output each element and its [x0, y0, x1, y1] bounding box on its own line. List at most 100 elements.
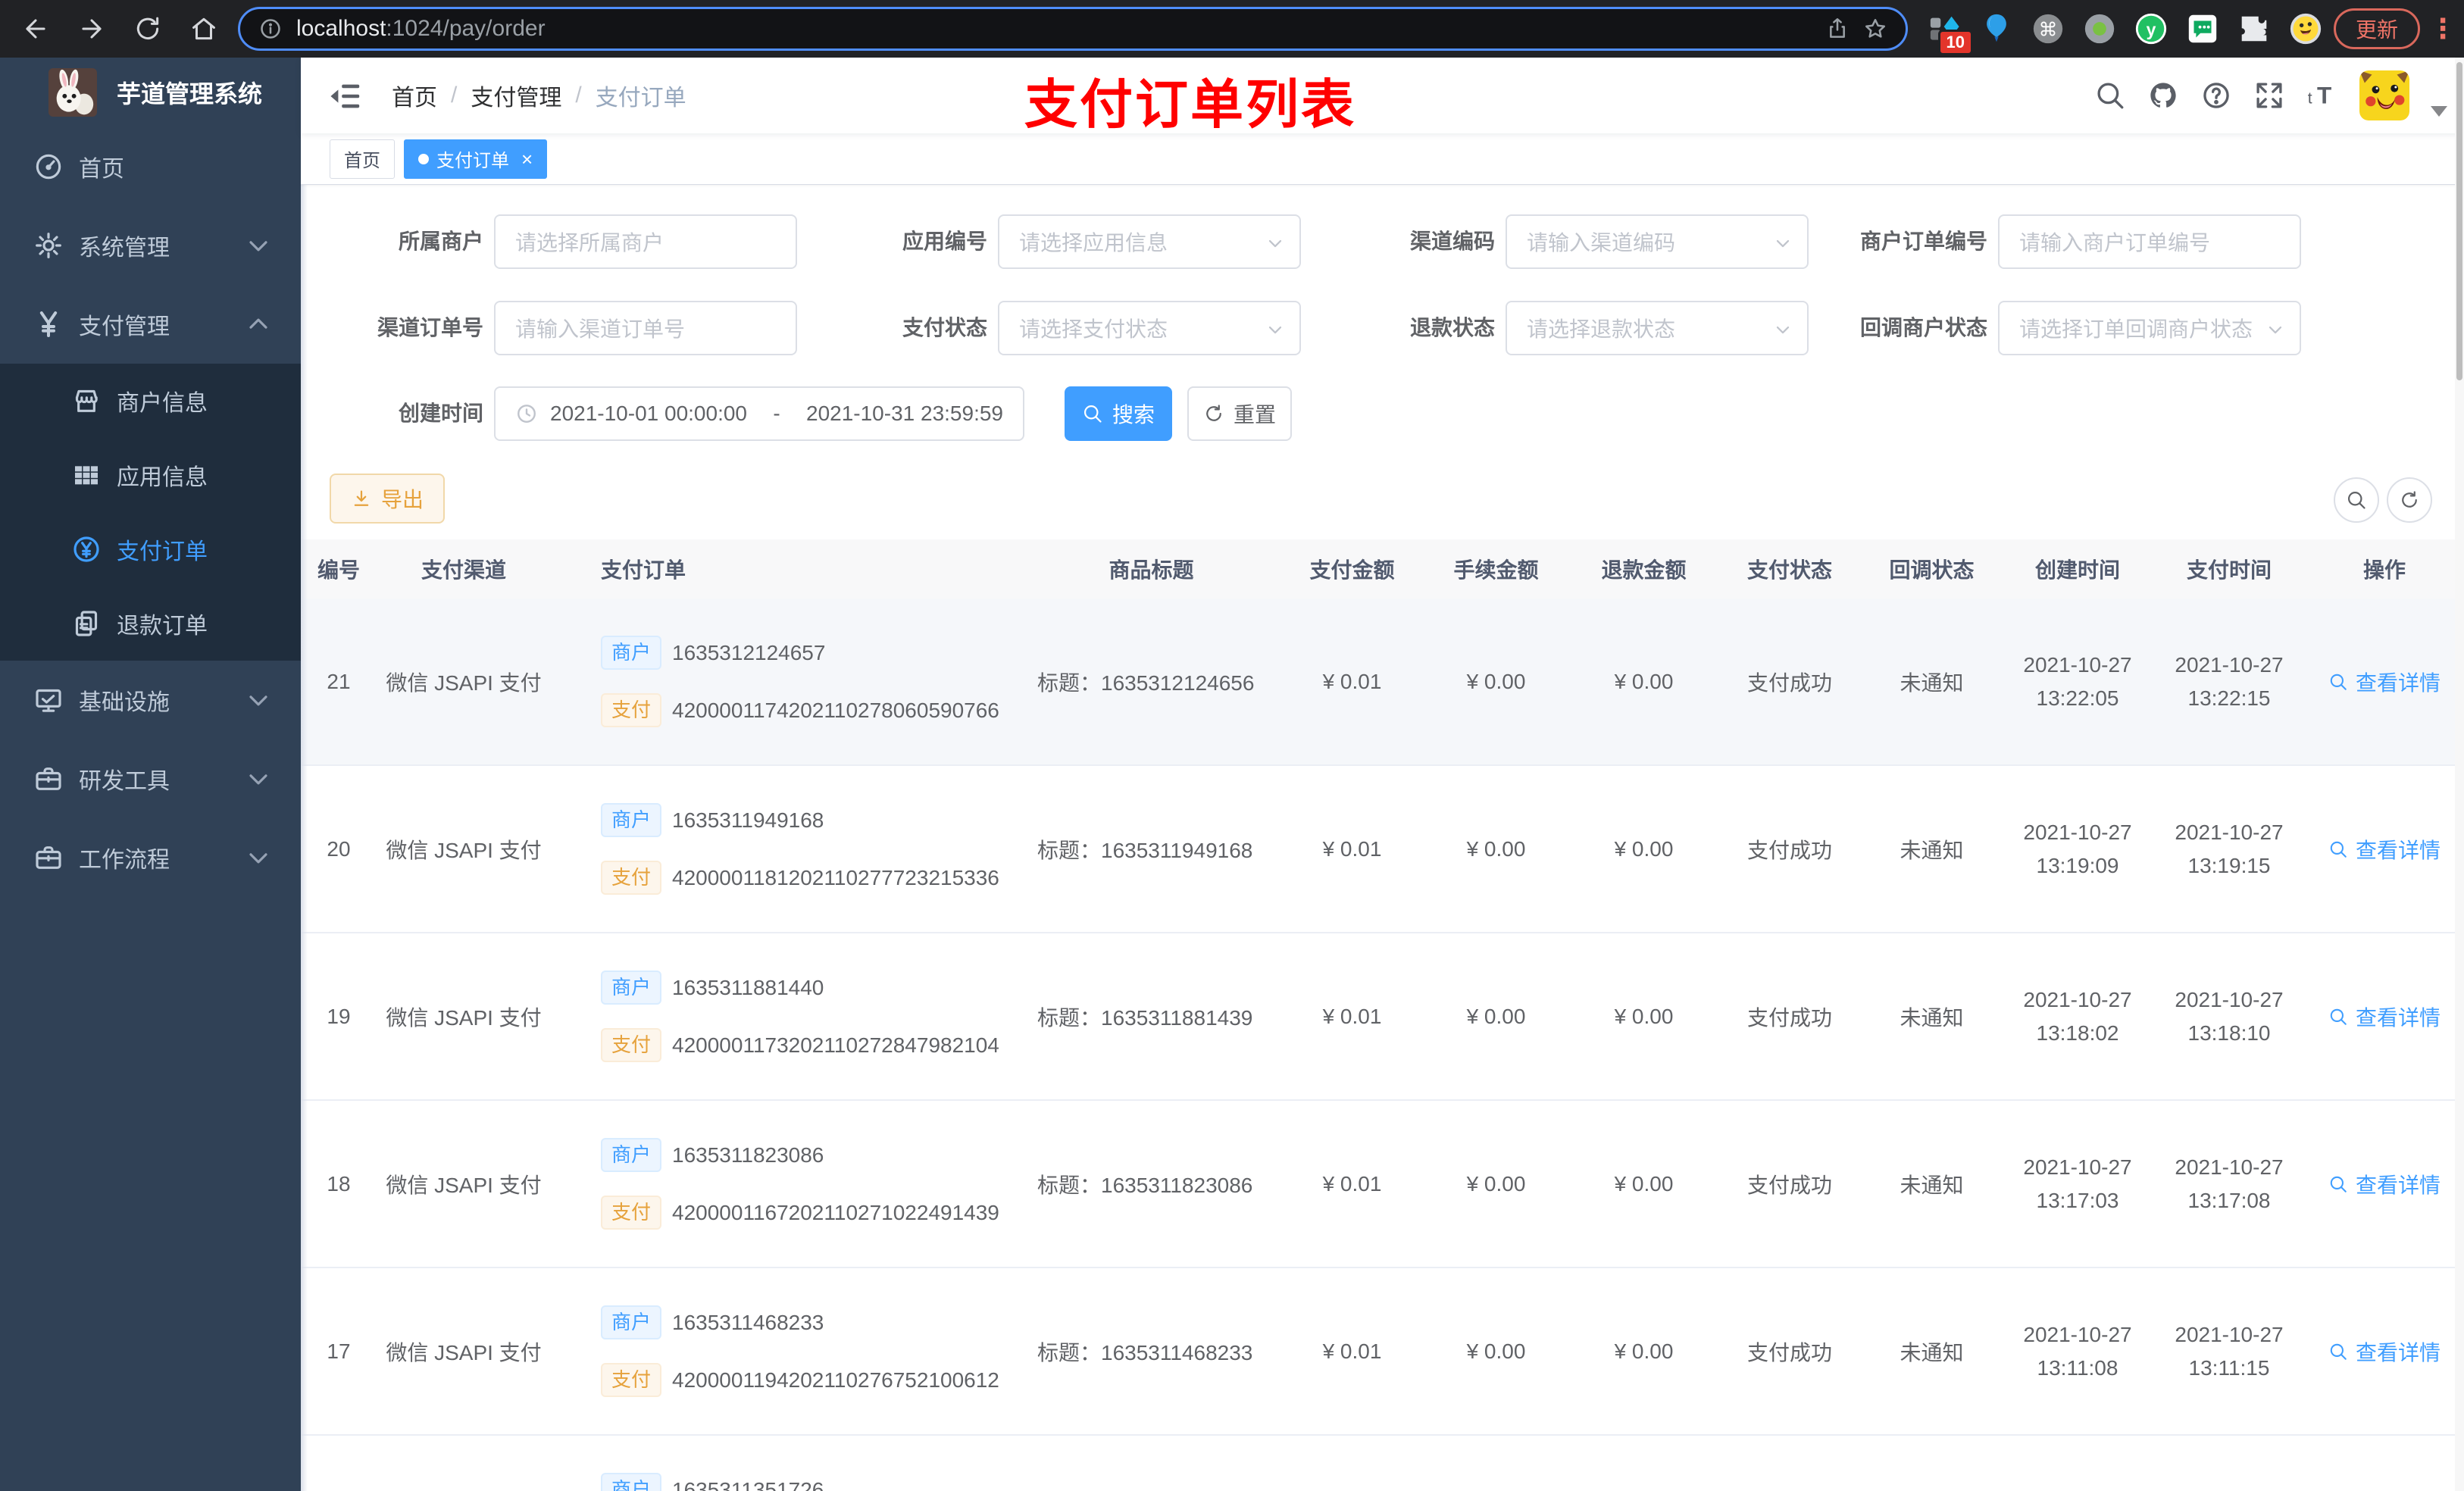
cell-fee-amount: ¥ 0.00	[1466, 836, 1526, 861]
sidebar-item-app-info[interactable]: 应用信息	[0, 438, 301, 512]
profile-emoji-avatar[interactable]	[2288, 11, 2323, 46]
logo-rabbit-avatar	[48, 68, 97, 117]
view-detail-link[interactable]: 查看详情	[2328, 1002, 2441, 1032]
filter-merchant-order-no-input[interactable]: 请输入商户订单编号	[1998, 214, 2301, 269]
refresh-table-button[interactable]	[2387, 477, 2432, 523]
search-icon	[2328, 672, 2348, 692]
view-detail-link[interactable]: 查看详情	[2328, 834, 2441, 864]
search-button[interactable]: 搜索	[1065, 386, 1172, 441]
header-search-icon[interactable]	[2094, 80, 2126, 111]
column-header: 编号	[317, 558, 360, 582]
sidebar-item-pay[interactable]: 支付管理	[0, 285, 301, 364]
chevron-down-icon	[243, 230, 274, 261]
share-icon[interactable]	[1825, 17, 1850, 41]
sidebar-item-pay-order[interactable]: 支付订单	[0, 512, 301, 586]
filter-callback-status-select[interactable]: 请选择订单回调商户状态	[1998, 301, 2301, 355]
browser-back-button[interactable]	[21, 14, 50, 43]
filter-label: 应用编号	[902, 230, 987, 253]
extension-balloon-icon[interactable]	[1979, 11, 2014, 46]
view-detail-link[interactable]: 查看详情	[2328, 1336, 2441, 1367]
chevron-down-icon	[1772, 319, 1793, 340]
yen-icon	[33, 309, 64, 339]
browser-home-button[interactable]	[189, 14, 218, 43]
sidebar-item-infrastructure[interactable]: 基础设施	[0, 661, 301, 739]
cell-channel: 微信 JSAPI 支付	[386, 838, 542, 862]
filter-channel-order-no-input[interactable]: 请输入渠道订单号	[494, 301, 797, 355]
filter-channel-code-select[interactable]: 请输入渠道编码	[1506, 214, 1809, 269]
pay-order-table: 编号 支付渠道 支付订单 商品标题 支付金额 手续金额 退款金额 支付状态 回调状态 创建时间 支付…	[301, 539, 2464, 1491]
export-button[interactable]: 导出	[330, 474, 446, 524]
reset-button[interactable]: 重置	[1187, 386, 1292, 441]
cell-action: 查看详情	[2305, 1169, 2464, 1199]
help-icon[interactable]	[2200, 80, 2232, 111]
window-scrollbar[interactable]	[2455, 58, 2464, 1491]
cell-action: 查看详情	[2305, 1002, 2464, 1032]
yen-circle-icon	[71, 534, 102, 564]
cell-notify-status: 未通知	[1900, 1340, 1964, 1364]
breadcrumb-item[interactable]: 支付管理	[471, 79, 561, 112]
avatar-caret-down-icon[interactable]	[2431, 106, 2447, 117]
cell-pay-status: 支付成功	[1746, 670, 1832, 695]
sidebar-item-workflow[interactable]: 工作流程	[0, 818, 301, 897]
extension-badge: 10	[1937, 29, 1973, 55]
refresh-icon	[2399, 489, 2420, 511]
create-time-range-picker[interactable]: 2021-10-01 00:00:00 - 2021-10-31 23:59:5…	[494, 386, 1024, 441]
chevron-down-icon	[243, 685, 274, 715]
extension-record-icon[interactable]	[2082, 11, 2117, 46]
github-icon[interactable]	[2147, 80, 2179, 111]
extension-command-icon[interactable]: ⌘	[2031, 11, 2065, 46]
sidebar-item-merchant-info[interactable]: 商户信息	[0, 364, 301, 438]
filter-owner-merchant-input[interactable]: 请选择所属商户	[494, 214, 797, 269]
sidebar-item-system[interactable]: 系统管理	[0, 206, 301, 285]
filter-refund-status-select[interactable]: 请选择退款状态	[1506, 301, 1809, 355]
filter-app-no-select[interactable]: 请选择应用信息	[998, 214, 1301, 269]
browser-reload-button[interactable]	[133, 14, 162, 43]
svg-text:⌘: ⌘	[2039, 20, 2058, 41]
view-detail-link[interactable]: 查看详情	[2328, 1169, 2441, 1199]
extensions-puzzle-icon[interactable]	[2237, 11, 2272, 46]
cell-title: 标题：1635311881439	[1037, 1005, 1253, 1030]
extension-diamond-icon[interactable]: 10	[1928, 11, 1973, 55]
sidebar-item-home[interactable]: 首页	[0, 127, 301, 206]
channel-pay-no: 4200001167202110271022491439	[672, 1200, 999, 1224]
address-bar[interactable]: localhost:1024/pay/order	[238, 7, 1908, 51]
scrollbar-thumb[interactable]	[2456, 62, 2462, 380]
bookmark-star-icon[interactable]	[1863, 17, 1887, 41]
filter-field-callback-status: 回调商户状态 请选择订单回调商户状态	[1812, 301, 2301, 355]
extension-y-icon[interactable]: y	[2134, 11, 2169, 46]
cell-pay-status: 支付成功	[1746, 838, 1832, 862]
sidebar-toggle-hamburger-icon[interactable]	[328, 79, 363, 114]
filter-pay-status-select[interactable]: 请选择支付状态	[998, 301, 1301, 355]
browser-update-button[interactable]: 更新	[2333, 8, 2420, 49]
column-header: 退款金额	[1601, 558, 1687, 582]
search-icon	[2328, 839, 2348, 859]
browser-forward-button[interactable]	[77, 14, 106, 43]
cell-channel: 微信 JSAPI 支付	[386, 670, 542, 695]
breadcrumb-item[interactable]: 首页	[392, 79, 437, 112]
fullscreen-icon[interactable]	[2253, 80, 2285, 111]
app-logo[interactable]: 芋道管理系统	[0, 58, 301, 127]
grid-icon	[71, 460, 102, 490]
sidebar-item-dev-tools[interactable]: 研发工具	[0, 739, 301, 818]
tab-首页[interactable]: 首页	[330, 139, 395, 179]
extension-chat-icon[interactable]	[2185, 11, 2220, 46]
cell-id: 20	[327, 836, 351, 861]
filter-label: 创建时间	[398, 402, 483, 425]
sidebar-item-refund-order[interactable]: 退款订单	[0, 586, 301, 661]
cell-pay-amount: ¥ 0.01	[1322, 1171, 1382, 1196]
view-detail-label: 查看详情	[2355, 1173, 2441, 1197]
cell-fee-amount: ¥ 0.00	[1466, 669, 1526, 693]
table-row: 18 微信 JSAPI 支付 商户 1635311823086 支付 4200001167…	[301, 1101, 2464, 1268]
font-size-icon[interactable]: tT	[2306, 80, 2338, 111]
browser-menu-icon[interactable]: ⋮	[2429, 13, 2456, 45]
view-detail-link[interactable]: 查看详情	[2328, 667, 2441, 697]
column-header: 创建时间	[2034, 558, 2120, 582]
site-info-icon[interactable]	[258, 17, 283, 41]
toggle-search-panel-button[interactable]	[2334, 477, 2379, 523]
merchant-tag: 商户	[601, 1137, 662, 1173]
tab-支付订单[interactable]: 支付订单 ×	[404, 139, 548, 179]
user-avatar[interactable]	[2359, 70, 2409, 120]
date-separator: -	[773, 402, 780, 425]
close-icon[interactable]: ×	[521, 149, 533, 169]
column-header: 支付状态	[1746, 558, 1832, 582]
